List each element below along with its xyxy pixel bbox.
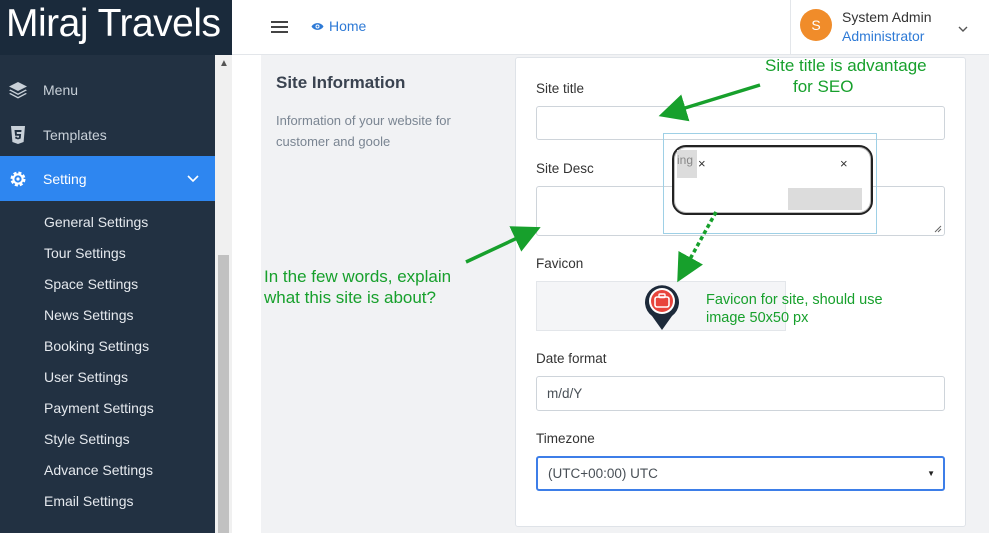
site-desc-label: Site Desc [536, 161, 594, 176]
sidebar-item-label: Setting [43, 170, 87, 187]
annotation-line: what this site is about? [264, 288, 436, 307]
page-title: Site Information [276, 73, 406, 92]
favicon-image [643, 283, 681, 336]
annotation-line: Site title is advantage [765, 56, 927, 75]
annotation-line: for SEO [793, 77, 854, 96]
avatar[interactable]: S [800, 9, 832, 41]
submenu-advance-settings[interactable]: Advance Settings [44, 460, 153, 480]
home-link[interactable]: Home [311, 18, 366, 34]
timezone-label: Timezone [536, 431, 595, 446]
brand-header[interactable]: Miraj Travels [0, 0, 232, 55]
chevron-down-icon [187, 170, 199, 186]
eye-icon [311, 22, 324, 31]
user-role: Administrator [842, 28, 925, 44]
html5-icon [8, 125, 28, 145]
home-label: Home [329, 18, 367, 34]
site-desc-annotation: In the few words, explain what this site… [264, 266, 451, 308]
submenu-tour-settings[interactable]: Tour Settings [44, 243, 126, 263]
sidebar-scroll-thumb[interactable] [218, 255, 229, 533]
chevron-down-icon[interactable] [958, 20, 968, 38]
timezone-select[interactable]: (UTC+00:00) UTC ▼ [536, 456, 945, 491]
sidebar-item-templates[interactable]: Templates [0, 112, 215, 157]
sidebar-item-label: Templates [43, 126, 107, 143]
submenu-user-settings[interactable]: User Settings [44, 367, 128, 387]
submenu-style-settings[interactable]: Style Settings [44, 429, 130, 449]
resize-handle-icon[interactable] [934, 225, 942, 233]
tag-chip-fragment: ing [677, 153, 694, 167]
redacted-block [788, 188, 862, 210]
date-format-input[interactable]: m/d/Y [536, 376, 945, 411]
submenu-general-settings[interactable]: General Settings [44, 212, 148, 232]
sidebar-item-menu[interactable]: Menu [0, 67, 215, 112]
timezone-value: (UTC+00:00) UTC [548, 466, 658, 481]
close-icon[interactable]: × [698, 156, 706, 171]
user-name: System Admin [842, 9, 932, 25]
submenu-space-settings[interactable]: Space Settings [44, 274, 138, 294]
caret-down-icon: ▼ [927, 469, 935, 478]
brand-name: Miraj Travels [6, 2, 221, 45]
site-title-annotation: Site title is advantage for SEO [765, 55, 927, 97]
favicon-label: Favicon [536, 256, 584, 271]
favicon-annotation: Favicon for site, should use image 50x50… [706, 291, 883, 327]
submenu-booking-settings[interactable]: Booking Settings [44, 336, 149, 356]
sidebar-item-setting[interactable]: Setting [0, 156, 215, 201]
scroll-up-arrow-icon[interactable]: ▲ [219, 59, 229, 69]
submenu-news-settings[interactable]: News Settings [44, 305, 133, 325]
annotation-line: Favicon for site, should use [706, 292, 883, 308]
layers-icon [8, 80, 28, 100]
close-icon[interactable]: × [840, 156, 848, 171]
gear-icon [8, 169, 28, 189]
submenu-payment-settings[interactable]: Payment Settings [44, 398, 154, 418]
sidebar-item-label: Menu [43, 81, 79, 98]
site-title-label: Site title [536, 81, 585, 96]
annotation-line: image 50x50 px [706, 310, 809, 326]
hamburger-menu-icon[interactable] [271, 21, 288, 33]
section-description: Information of your website for customer… [276, 113, 451, 149]
date-format-label: Date format [536, 351, 607, 366]
submenu-email-settings[interactable]: Email Settings [44, 491, 133, 511]
annotation-line: In the few words, explain [264, 267, 452, 286]
